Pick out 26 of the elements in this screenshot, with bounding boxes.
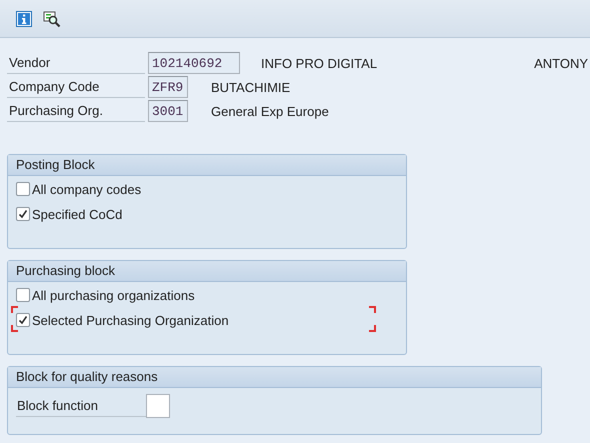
field-label: Purchasing Org. (7, 100, 145, 122)
group-title: Block for quality reasons (8, 367, 541, 388)
field-description: General Exp Europe (211, 104, 329, 118)
input-field[interactable]: 102140692 (148, 52, 240, 74)
checkbox[interactable] (16, 313, 30, 327)
checkbox[interactable] (16, 207, 30, 221)
checkbox[interactable] (16, 288, 30, 302)
input-field[interactable]: 3001 (148, 100, 188, 122)
checkbox-option[interactable]: Specified CoCd (16, 205, 122, 223)
info-icon (16, 10, 32, 26)
find-button[interactable] (42, 8, 62, 28)
magnifier-icon (43, 10, 61, 28)
info-button[interactable] (14, 8, 34, 28)
group-title: Posting Block (8, 155, 406, 176)
field-description: BUTACHIMIE (211, 80, 290, 94)
checkbox-option[interactable]: All purchasing organizations (16, 286, 195, 304)
checkbox[interactable] (16, 182, 30, 196)
field-label: Vendor (7, 52, 145, 74)
checkbox-option[interactable]: Selected Purchasing Organization (16, 311, 229, 329)
group-title: Purchasing block (8, 261, 406, 282)
checkbox-option[interactable]: All company codes (16, 180, 142, 198)
city-text: ANTONY (534, 56, 588, 70)
field-description: INFO PRO DIGITAL (261, 56, 378, 70)
field-label: Company Code (7, 76, 145, 98)
input-field[interactable]: ZFR9 (148, 76, 188, 98)
input-field[interactable] (146, 394, 170, 418)
